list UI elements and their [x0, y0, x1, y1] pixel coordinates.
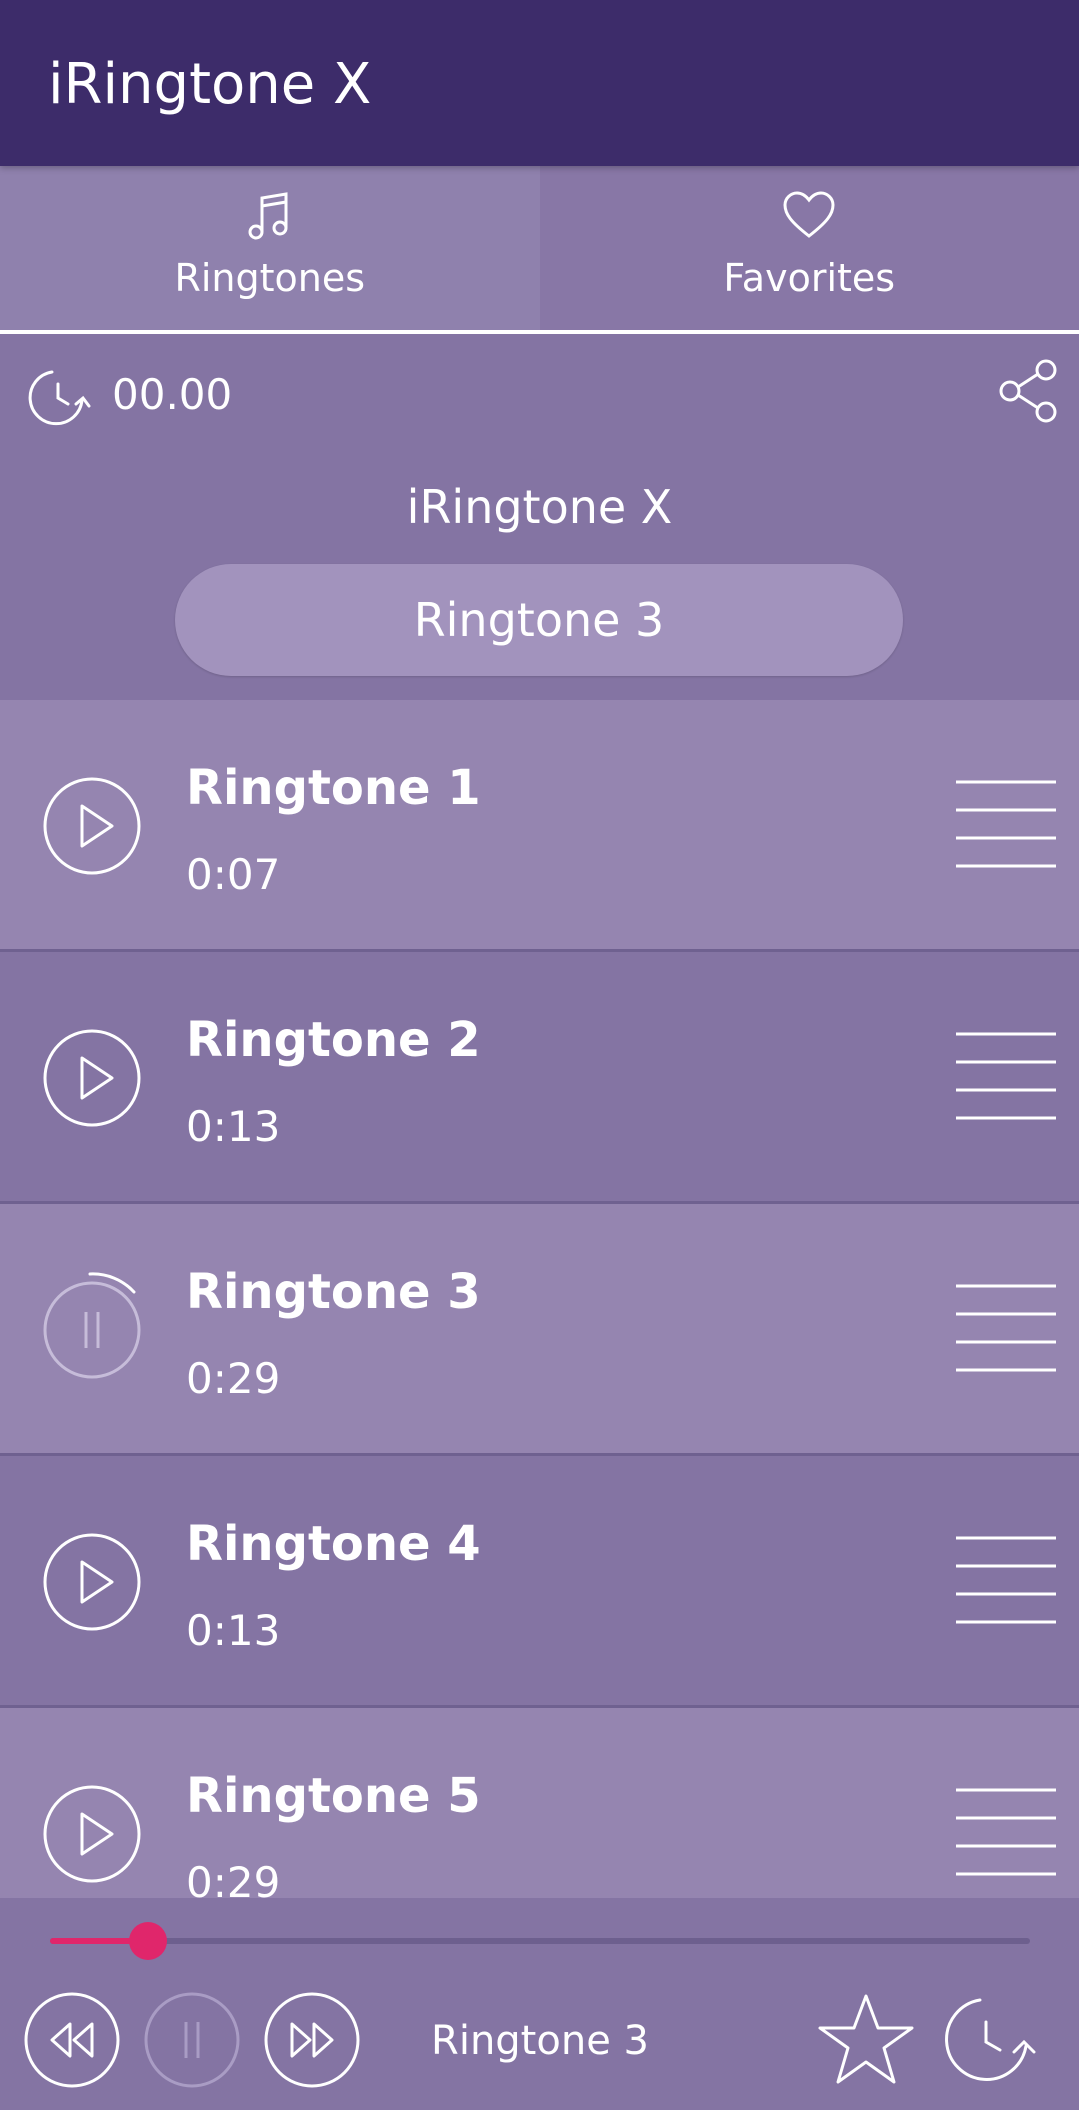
rewind-icon[interactable] [22, 1990, 122, 2090]
drag-handle-icon[interactable] [956, 1534, 1056, 1626]
ringtone-name: Ringtone 1 [186, 760, 481, 816]
tab-ringtones-label: Ringtones [174, 256, 366, 300]
play-icon[interactable] [42, 1784, 142, 1884]
drag-handle-icon[interactable] [956, 1282, 1056, 1374]
ringtone-name: Ringtone 5 [186, 1768, 481, 1824]
ringtone-duration: 0:29 [186, 1354, 281, 1403]
tab-bar: Ringtones Favorites [0, 166, 1079, 334]
drag-handle-icon[interactable] [956, 778, 1056, 870]
favorite-star-icon[interactable] [816, 1990, 916, 2090]
tab-favorites[interactable]: Favorites [540, 166, 1079, 334]
timer-value: 00.00 [112, 370, 233, 419]
ringtone-duration: 0:07 [186, 850, 281, 899]
ringtone-name: Ringtone 2 [186, 1012, 481, 1068]
tab-ringtones[interactable]: Ringtones [0, 166, 540, 334]
share-icon[interactable] [996, 356, 1062, 426]
pause-loading-icon[interactable] [42, 1272, 142, 1380]
mini-player: Ringtone 3 [0, 1898, 1079, 2110]
ringtone-duration: 0:13 [186, 1606, 281, 1655]
tab-favorites-label: Favorites [723, 256, 896, 300]
list-item[interactable]: Ringtone 4 0:13 [0, 1456, 1079, 1708]
ringtone-name: Ringtone 4 [186, 1516, 481, 1572]
heart-icon [783, 191, 835, 238]
app-title: iRingtone X [48, 52, 372, 117]
timer-icon[interactable] [22, 360, 94, 432]
current-ringtone-pill[interactable]: Ringtone 3 [175, 564, 903, 676]
list-item[interactable]: Ringtone 5 0:29 [0, 1708, 1079, 1898]
ringtone-list: Ringtone 1 0:07 Ringtone 2 0:13 Ringtone… [0, 700, 1079, 1898]
seek-thumb[interactable] [129, 1922, 167, 1960]
play-icon[interactable] [42, 1532, 142, 1632]
play-icon[interactable] [42, 776, 142, 876]
drag-handle-icon[interactable] [956, 1786, 1056, 1878]
list-item[interactable]: Ringtone 1 0:07 [0, 700, 1079, 952]
ringtone-duration: 0:29 [186, 1858, 281, 1898]
now-panel-app-name: iRingtone X [406, 480, 673, 534]
list-item[interactable]: Ringtone 2 0:13 [0, 952, 1079, 1204]
pause-icon[interactable] [142, 1990, 242, 2090]
list-item[interactable]: Ringtone 3 0:29 [0, 1204, 1079, 1456]
music-note-icon [248, 192, 288, 240]
now-playing-panel: 00.00 iRingtone X Ringtone 3 [0, 334, 1079, 700]
seek-bar[interactable] [50, 1922, 1030, 1960]
ringtone-name: Ringtone 3 [186, 1264, 481, 1320]
app-bar: iRingtone X [0, 0, 1079, 166]
player-now-playing: Ringtone 3 [431, 2018, 649, 2064]
drag-handle-icon[interactable] [956, 1030, 1056, 1122]
play-icon[interactable] [42, 1028, 142, 1128]
ringtone-duration: 0:13 [186, 1102, 281, 1151]
repeat-timer-icon[interactable] [934, 1986, 1038, 2090]
